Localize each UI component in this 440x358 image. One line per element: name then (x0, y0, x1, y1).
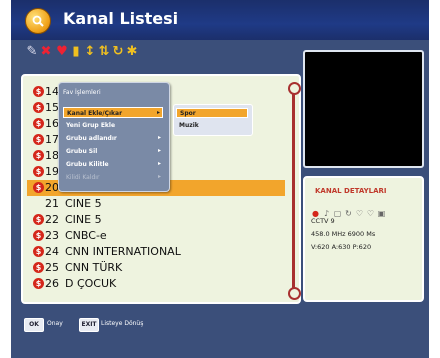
detail-frequency: 458.0 MHz 6900 Ms (311, 230, 376, 238)
lock-icon[interactable]: ▮ (69, 45, 83, 59)
teletext-icon: ▣ (377, 209, 386, 218)
scrambled-icon: $ (33, 230, 44, 241)
scrambled-icon: $ (33, 86, 44, 97)
channel-number: 25 (45, 261, 59, 274)
group-submenu: Spor Muzik (173, 104, 253, 136)
channel-number: 16 (45, 117, 59, 130)
rotate-icon: ↻ (345, 209, 352, 218)
submenu-item-label: Muzik (179, 122, 199, 129)
ok-key[interactable]: OK (24, 318, 44, 332)
magnifier-icon (25, 8, 51, 34)
scroll-down-handle[interactable] (288, 287, 301, 300)
details-title: KANAL DETAYLARI (315, 187, 387, 195)
scrambled-icon: $ (33, 134, 44, 145)
menu-item[interactable]: Grubu Sil ▸ (63, 146, 163, 157)
page-title: Kanal Listesi (63, 9, 179, 28)
menu-item-label: Grubu Kilitle (66, 161, 109, 168)
scrambled-icon: $ (33, 278, 44, 289)
channel-number: 22 (45, 213, 59, 226)
scroll-up-handle[interactable] (288, 82, 301, 95)
scrambled-icon: $ (33, 166, 44, 177)
channel-number: 15 (45, 101, 59, 114)
chevron-right-icon: ▸ (157, 147, 161, 154)
scrambled-icon: $ (33, 102, 44, 113)
channel-row[interactable]: $24 CNN INTERNATIONAL (27, 244, 285, 260)
chevron-right-icon: ▸ (156, 109, 160, 116)
channel-row[interactable]: $25 CNN TÜRK (27, 260, 285, 276)
scrambled-icon: $ (33, 246, 44, 257)
menu-item-label: Yeni Grup Ekle (66, 122, 116, 129)
menu-item-label: Kilidi Kaldır (66, 174, 100, 181)
detail-icons: ● ♪ ▢ ↻ ♡ ♡ ▣ (311, 201, 388, 218)
channel-name: CNBC-e (65, 229, 107, 242)
menu-title: Fav İşlemleri (63, 89, 101, 96)
menu-item-label: Grubu Sil (66, 148, 98, 155)
favorite-icon[interactable]: ♥ (55, 45, 69, 59)
exit-key[interactable]: EXIT (79, 318, 99, 332)
channel-name: CNN TÜRK (65, 261, 123, 274)
submenu-item[interactable]: Muzik (176, 121, 248, 131)
edit-icon[interactable]: ✎ (25, 45, 39, 59)
scrambled-icon: $ (33, 262, 44, 273)
channel-number: 14 (45, 85, 59, 98)
channel-number: 20 (45, 181, 59, 194)
submenu-item-label: Spor (180, 110, 196, 117)
channel-row[interactable]: $23 CNBC-e (27, 228, 285, 244)
scrambled-icon: $ (33, 214, 44, 225)
video-preview (303, 50, 424, 168)
channel-name: CINE 5 (65, 197, 102, 210)
channel-name: D ÇOCUK (65, 277, 117, 290)
scrambled-icon: $ (33, 118, 44, 129)
delete-icon[interactable]: ✖ (39, 45, 53, 59)
channel-number: 21 (45, 197, 59, 210)
channel-number: 19 (45, 165, 59, 178)
sort-icon[interactable]: ⇅ (97, 45, 111, 59)
heart-icon: ♡ (355, 209, 364, 218)
channel-row[interactable]: 21 CINE 5 (27, 196, 285, 212)
scrollbar[interactable] (292, 86, 295, 292)
chevron-right-icon: ▸ (157, 160, 161, 167)
channel-number: 26 (45, 277, 59, 290)
menu-item-label: Grubu adlandır (66, 135, 117, 142)
channel-number: 17 (45, 133, 59, 146)
channel-number: 24 (45, 245, 59, 258)
asterisk-icon[interactable]: ✱ (125, 45, 139, 59)
title-bar: Kanal Listesi (11, 0, 429, 40)
channel-name: CNN INTERNATIONAL (65, 245, 181, 258)
move-icon[interactable]: ↕ (83, 45, 97, 59)
menu-item[interactable]: Grubu Kilitle ▸ (63, 159, 163, 170)
scrambled-icon: $ (33, 150, 44, 161)
channel-row[interactable]: $22 CINE 5 (27, 212, 285, 228)
channel-number: 23 (45, 229, 59, 242)
tv-menu-screen: Kanal Listesi ✎ ✖ ♥ ▮ ↕ ⇅ ↻ ✱ $14 $15 $16 $… (11, 0, 429, 358)
channel-number: 18 (45, 149, 59, 162)
detail-pids: V:620 A:630 P:620 (311, 243, 372, 251)
submenu-item[interactable]: Spor (176, 108, 248, 118)
chevron-right-icon: ▸ (157, 134, 161, 141)
menu-item: Kilidi Kaldır ▸ (63, 172, 163, 183)
exit-label: Listeye Dönüş (101, 320, 144, 327)
channel-name: CINE 5 (65, 213, 102, 226)
heart-outline-icon: ♡ (366, 209, 375, 218)
detail-channel-name: CCTV 9 (311, 217, 335, 225)
rename-icon[interactable]: ↻ (111, 45, 125, 59)
scrambled-icon: $ (33, 182, 44, 193)
fav-operations-menu: Fav İşlemleri Kanal Ekle/Çıkar ▸ Yeni Grup… (58, 82, 170, 192)
channel-details-panel: KANAL DETAYLARI ● ♪ ▢ ↻ ♡ ♡ ▣ CCTV 9 458.0 MHz… (303, 176, 424, 302)
menu-item-label: Kanal Ekle/Çıkar (67, 110, 123, 117)
menu-item[interactable]: Yeni Grup Ekle (63, 120, 163, 131)
chevron-right-icon: ▸ (157, 173, 161, 180)
menu-item[interactable]: Grubu adlandır ▸ (63, 133, 163, 144)
channel-row[interactable]: $26 D ÇOCUK (27, 276, 285, 292)
menu-item[interactable]: Kanal Ekle/Çıkar ▸ (63, 107, 163, 118)
footer-bar (11, 306, 429, 358)
ok-label: Onay (47, 320, 63, 327)
